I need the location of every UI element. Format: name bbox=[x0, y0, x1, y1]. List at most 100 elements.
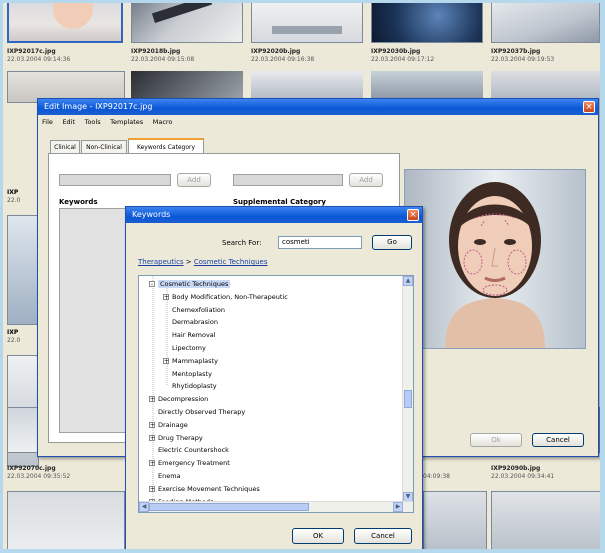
tree-item-label: Mentoplasty bbox=[172, 369, 212, 378]
thumbnail-date: 22.03.2004 09:16:38 bbox=[251, 56, 315, 63]
thumbnail-date: 22.03.2004 09:17:12 bbox=[371, 56, 435, 63]
image-browser: IXP92017c.jpg 22.03.2004 09:14:36 IXP920… bbox=[3, 3, 600, 549]
keywords-dialog: Keywords × Search For: cosmeti Go Therap… bbox=[125, 206, 423, 549]
keyword-tree[interactable]: - Cosmetic Techniques + Body Modification, … bbox=[138, 275, 414, 513]
tree-item[interactable]: Mentoplasty bbox=[163, 368, 212, 380]
thumbnail-filename: IXP92017c.jpg bbox=[7, 48, 56, 55]
hscroll-thumb[interactable] bbox=[149, 503, 309, 511]
close-icon[interactable]: × bbox=[583, 101, 595, 113]
thumbnail-filename: IXP92070c.jpg bbox=[7, 465, 56, 472]
cancel-button[interactable]: Cancel bbox=[354, 528, 412, 544]
tree-item[interactable]: Electric Countershock bbox=[149, 444, 229, 456]
cancel-button[interactable]: Cancel bbox=[532, 433, 584, 447]
expand-icon[interactable]: + bbox=[149, 421, 155, 428]
ok-button[interactable]: Ok bbox=[470, 433, 522, 447]
thumbnail-date: 22.03.2004 09:34:41 bbox=[491, 473, 555, 480]
thumbnail-image bbox=[491, 3, 600, 43]
tree-item-label: Chemexfoliation bbox=[172, 305, 226, 314]
thumbnail-filename: IXP bbox=[7, 329, 19, 336]
expand-icon[interactable]: + bbox=[163, 293, 169, 300]
thumbnail-image bbox=[423, 491, 487, 549]
supplemental-input[interactable] bbox=[233, 174, 343, 186]
thumbnail-filename: IXP bbox=[7, 189, 19, 196]
thumbnail-image bbox=[7, 215, 39, 325]
tree-item[interactable]: + Emergency Treatment bbox=[149, 457, 230, 469]
breadcrumb-leaf[interactable]: Cosmetic Techniques bbox=[194, 258, 268, 266]
tree-vertical-scrollbar[interactable]: ▲ ▼ bbox=[402, 276, 413, 502]
scroll-thumb[interactable] bbox=[404, 390, 412, 408]
breadcrumb: Therapeutics > Cosmetic Techniques bbox=[138, 258, 268, 266]
thumbnail-date: 22.03.2004 09:19:53 bbox=[491, 56, 555, 63]
thumbnail-filename: IXP92030b.jpg bbox=[371, 48, 421, 55]
scroll-right-icon[interactable]: ▶ bbox=[393, 502, 403, 512]
thumbnail-image bbox=[491, 491, 600, 549]
menu-tools[interactable]: Tools bbox=[85, 118, 101, 126]
tree-item[interactable]: Rhytidoplasty bbox=[163, 380, 217, 392]
tree-item[interactable]: Directly Observed Therapy bbox=[149, 406, 245, 418]
menu-macro[interactable]: Macro bbox=[153, 118, 173, 126]
tree-horizontal-scrollbar[interactable]: ◀ ▶ bbox=[139, 501, 413, 512]
menu-file[interactable]: File bbox=[42, 118, 53, 126]
thumbnail[interactable]: IXP92017c.jpg 22.03.2004 09:14:36 bbox=[7, 3, 123, 65]
thumbnail[interactable]: IXP92037b.jpg 22.03.2004 09:19:53 bbox=[491, 3, 600, 65]
keywords-titlebar[interactable]: Keywords bbox=[126, 207, 422, 223]
tab-non-clinical[interactable]: Non-Clinical bbox=[81, 140, 127, 153]
expand-icon[interactable]: + bbox=[149, 396, 155, 403]
expand-icon[interactable]: + bbox=[163, 357, 169, 364]
thumbnail-date: 22.0 bbox=[7, 197, 21, 204]
tree-item-label: Emergency Treatment bbox=[158, 459, 230, 468]
thumbnail-filename: IXP92037b.jpg bbox=[491, 48, 541, 55]
close-icon[interactable]: × bbox=[407, 209, 419, 221]
thumbnail[interactable]: IXP92018b.jpg 22.03.2004 09:15:08 bbox=[131, 3, 243, 65]
tree-item-label: Cosmetic Techniques bbox=[158, 280, 231, 288]
tree-item[interactable]: - Cosmetic Techniques bbox=[149, 278, 231, 290]
ok-button[interactable]: OK bbox=[292, 528, 344, 544]
breadcrumb-separator: > bbox=[183, 258, 194, 266]
tree-item[interactable]: Hair Removal bbox=[163, 329, 216, 341]
tree-item[interactable]: Lipectomy bbox=[163, 342, 206, 354]
tree-item[interactable]: Dermabrasion bbox=[163, 316, 218, 328]
tab-keywords-category[interactable]: Keywords Category bbox=[128, 138, 204, 153]
scroll-up-icon[interactable]: ▲ bbox=[403, 276, 413, 286]
thumbnail[interactable]: IXP92020b.jpg 22.03.2004 09:16:38 bbox=[251, 3, 363, 65]
image-preview bbox=[404, 169, 586, 349]
menu-templates[interactable]: Templates bbox=[110, 118, 143, 126]
tree-item[interactable]: + Decompression bbox=[149, 393, 208, 405]
expand-icon[interactable]: + bbox=[149, 434, 155, 441]
thumbnail-filename: IXP92018b.jpg bbox=[131, 48, 181, 55]
thumbnail-date: 22.03.2004 09:15:08 bbox=[131, 56, 195, 63]
supplemental-category-label: Supplemental Category bbox=[233, 198, 326, 206]
add-supplemental-button[interactable]: Add bbox=[349, 173, 383, 187]
menu-bar: File Edit Tools Templates Macro bbox=[42, 117, 179, 127]
tree-item-label: Lipectomy bbox=[172, 344, 206, 352]
tree-item-label: Directly Observed Therapy bbox=[158, 408, 246, 416]
tree-item[interactable]: Chemexfoliation bbox=[163, 304, 225, 316]
search-input[interactable]: cosmeti bbox=[278, 236, 362, 249]
breadcrumb-root[interactable]: Therapeutics bbox=[138, 258, 184, 266]
leaf-spacer bbox=[163, 307, 169, 313]
tree-item-label: Rhytidoplasty bbox=[172, 382, 217, 391]
collapse-icon[interactable]: - bbox=[149, 281, 155, 288]
tree-item[interactable]: + Body Modification, Non-Therapeutic bbox=[163, 291, 288, 303]
expand-icon[interactable]: + bbox=[149, 460, 155, 467]
scroll-left-icon[interactable]: ◀ bbox=[139, 502, 149, 512]
tree-item-label: Drug Therapy bbox=[158, 433, 203, 442]
thumbnail[interactable]: IXP92030b.jpg 22.03.2004 09:17:12 bbox=[371, 3, 483, 65]
tree-item[interactable]: + Drug Therapy bbox=[149, 432, 203, 444]
thumbnail-date: 22.03.2004 09:14:36 bbox=[7, 56, 71, 63]
tree-item[interactable]: + Mammaplasty bbox=[163, 355, 218, 367]
tree-item-label: Dermabrasion bbox=[172, 318, 218, 327]
go-button[interactable]: Go bbox=[372, 235, 412, 250]
menu-edit[interactable]: Edit bbox=[62, 118, 75, 126]
edit-window-titlebar[interactable]: Edit Image - IXP92017c.jpg bbox=[38, 99, 598, 115]
keyword-input[interactable] bbox=[59, 174, 171, 186]
tree-item[interactable]: + Drainage bbox=[149, 419, 188, 431]
keywords-label: Keywords bbox=[59, 198, 98, 206]
tree-item[interactable]: Enema bbox=[149, 470, 181, 482]
tree-item-label: Body Modification, Non-Therapeutic bbox=[172, 292, 288, 301]
expand-icon[interactable]: + bbox=[149, 485, 155, 492]
add-keyword-button[interactable]: Add bbox=[177, 173, 211, 187]
tab-clinical[interactable]: Clinical bbox=[50, 140, 80, 153]
tree-item[interactable]: + Exercise Movement Techniques bbox=[149, 483, 260, 495]
leaf-spacer bbox=[149, 447, 155, 453]
